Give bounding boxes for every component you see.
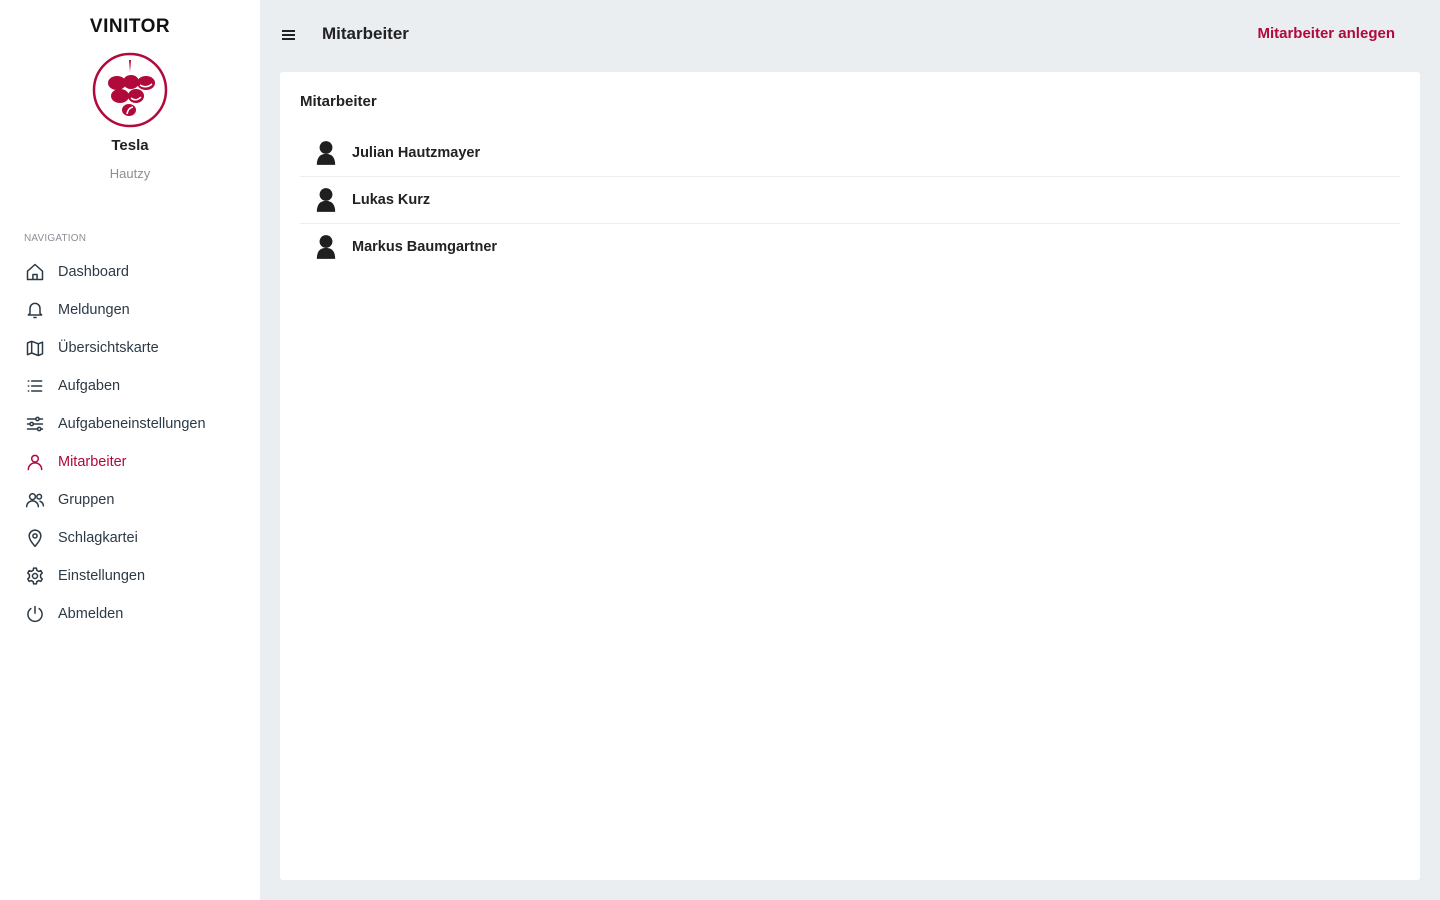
sidebar-item-label: Übersichtskarte: [58, 340, 159, 356]
map-pin-icon: [24, 527, 46, 549]
sidebar-item-label: Meldungen: [58, 302, 130, 318]
top-bar: Mitarbeiter Mitarbeiter anlegen: [260, 0, 1440, 72]
brand-title: VINITOR: [89, 16, 171, 37]
sidebar-item-meldungen[interactable]: Meldungen: [0, 291, 260, 329]
sidebar-item-uebersichtskarte[interactable]: Übersichtskarte: [0, 329, 260, 367]
sidebar-item-mitarbeiter[interactable]: Mitarbeiter: [0, 443, 260, 481]
list-icon: [24, 375, 46, 397]
page-title: Mitarbeiter: [322, 24, 409, 43]
hamburger-menu-icon[interactable]: [280, 25, 298, 45]
employee-row[interactable]: Julian Hautzmayer: [300, 130, 1400, 177]
home-icon: [24, 261, 46, 283]
user-name: Hautzy: [109, 166, 151, 181]
employee-name: Julian Hautzmayer: [352, 145, 481, 161]
company-logo: [92, 52, 168, 128]
gear-icon: [24, 565, 46, 587]
sidebar-nav: Dashboard Meldungen Übersichtskarte Aufg…: [0, 253, 260, 633]
sidebar-item-aufgaben[interactable]: Aufgaben: [0, 367, 260, 405]
sidebar-item-label: Gruppen: [58, 492, 115, 508]
sidebar-item-gruppen[interactable]: Gruppen: [0, 481, 260, 519]
sidebar-item-label: Aufgabeneinstellungen: [58, 416, 206, 432]
sidebar-item-abmelden[interactable]: Abmelden: [0, 595, 260, 633]
map-icon: [24, 337, 46, 359]
employee-name: Lukas Kurz: [352, 192, 431, 208]
person-avatar-icon: [314, 139, 338, 167]
sidebar-item-dashboard[interactable]: Dashboard: [0, 253, 260, 291]
employee-row[interactable]: Markus Baumgartner: [300, 224, 1400, 270]
sidebar-item-aufgabeneinstellungen[interactable]: Aufgabeneinstellungen: [0, 405, 260, 443]
sidebar-item-label: Dashboard: [58, 264, 129, 280]
power-icon: [24, 603, 46, 625]
sidebar-item-label: Abmelden: [58, 606, 124, 622]
nav-heading: NAVIGATION: [24, 233, 87, 244]
sidebar-item-schlagkartei[interactable]: Schlagkartei: [0, 519, 260, 557]
sidebar-item-label: Aufgaben: [58, 378, 121, 394]
employee-list: Julian Hautzmayer Lukas Kurz Markus Baum…: [300, 130, 1400, 270]
employee-name: Markus Baumgartner: [352, 239, 498, 255]
sidebar: VINITOR Tesla Hautzy NAVIGATION Dashboar…: [0, 0, 260, 900]
person-avatar-icon: [314, 186, 338, 214]
company-name: Tesla: [111, 137, 149, 154]
bell-icon: [24, 299, 46, 321]
sidebar-item-label: Mitarbeiter: [58, 454, 127, 470]
sidebar-item-label: Schlagkartei: [58, 530, 138, 546]
person-avatar-icon: [314, 233, 338, 261]
employee-card: Mitarbeiter Julian Hautzmayer Lukas Kurz…: [280, 72, 1420, 880]
users-icon: [24, 489, 46, 511]
sidebar-item-einstellungen[interactable]: Einstellungen: [0, 557, 260, 595]
card-title: Mitarbeiter: [300, 93, 377, 110]
sidebar-item-label: Einstellungen: [58, 568, 146, 584]
user-icon: [24, 451, 46, 473]
employee-row[interactable]: Lukas Kurz: [300, 177, 1400, 224]
sliders-icon: [24, 413, 46, 435]
create-employee-button[interactable]: Mitarbeiter anlegen: [1257, 25, 1395, 42]
